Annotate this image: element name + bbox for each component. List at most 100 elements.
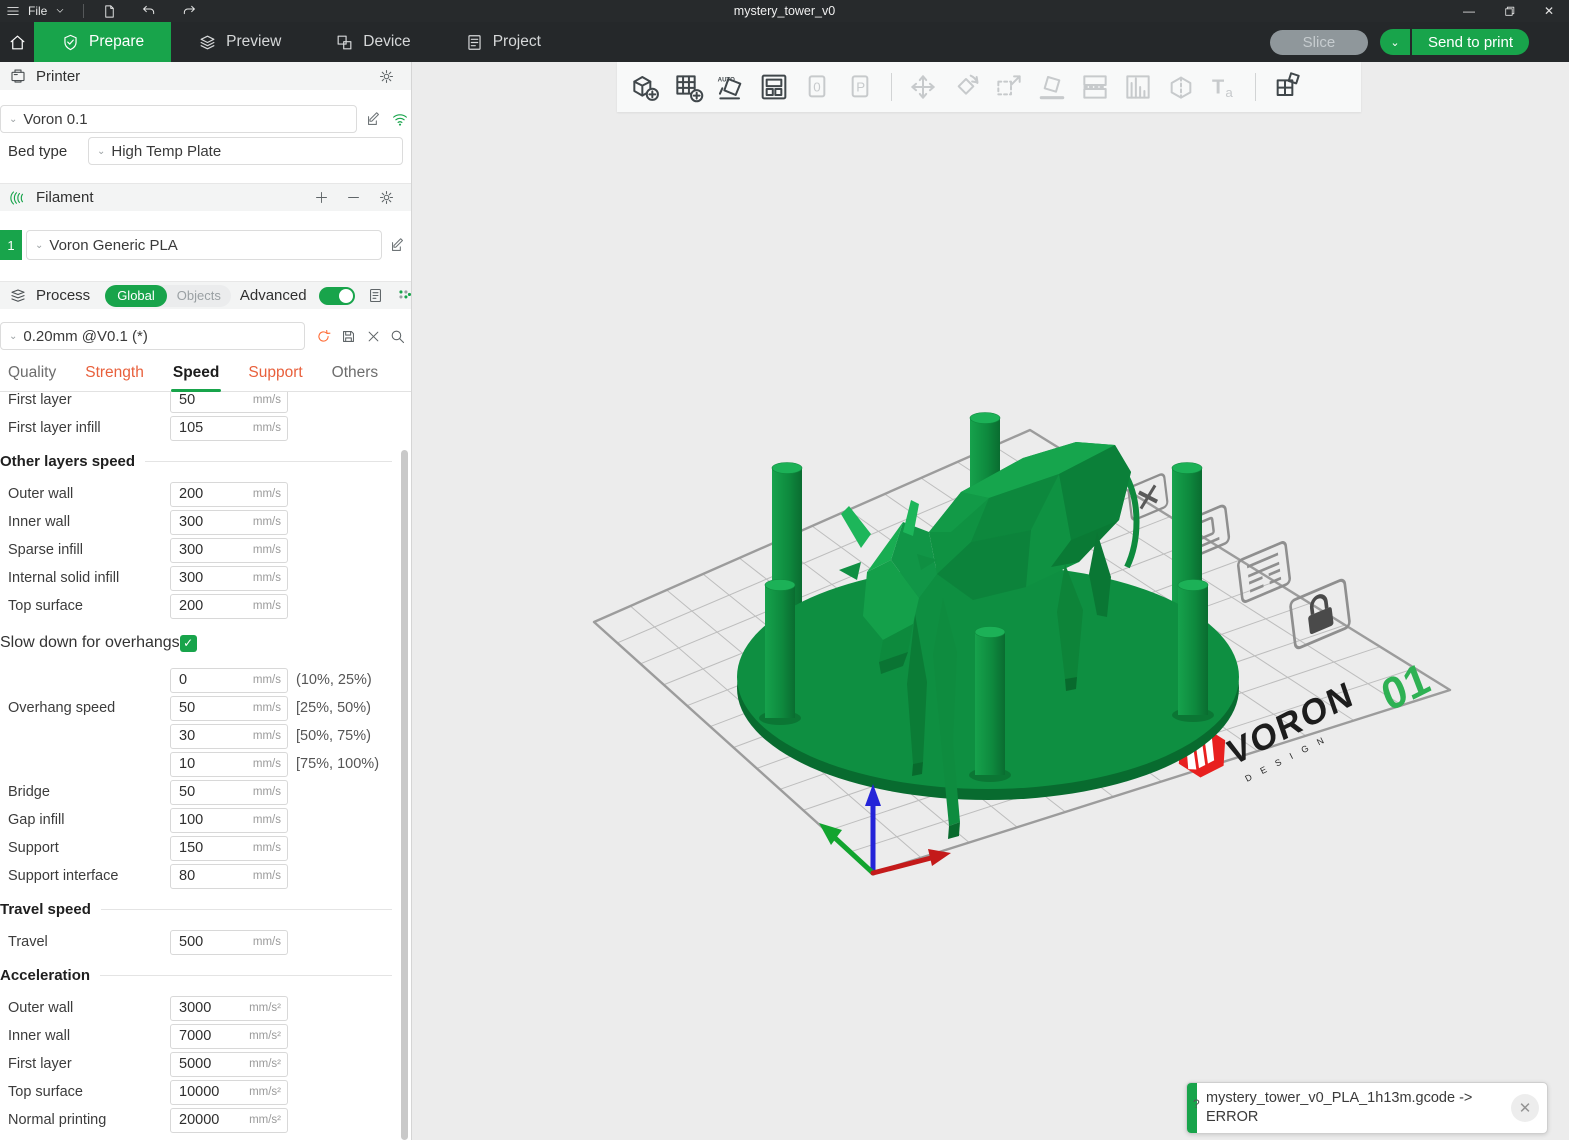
- auto-orient-icon[interactable]: AUTO: [715, 71, 747, 103]
- setting-input-outer-wall[interactable]: 3000mm/s²: [170, 996, 288, 1021]
- save-preset-icon[interactable]: [340, 328, 357, 345]
- tab-project[interactable]: Project: [438, 22, 568, 62]
- maximize-button[interactable]: [1489, 0, 1529, 22]
- setting-input-first-layer-infill[interactable]: 105mm/s: [170, 416, 288, 441]
- cut-icon: [1165, 71, 1197, 103]
- section-header-travel-speed: Travel speed: [0, 890, 396, 928]
- scope-global[interactable]: Global: [105, 285, 167, 307]
- divider: [83, 4, 84, 18]
- process-tab-speed[interactable]: Speed: [173, 358, 220, 389]
- setting-input-bridge[interactable]: 50mm/s: [170, 780, 288, 805]
- setting-input-overhang[interactable]: 30mm/s: [170, 724, 288, 749]
- edit-printer-icon[interactable]: [365, 111, 382, 128]
- new-file-icon[interactable]: [102, 4, 117, 19]
- setting-input-sparse-infill[interactable]: 300mm/s: [170, 538, 288, 563]
- setting-row-slow-down-for-overhangs: Slow down for overhangs✓: [0, 620, 396, 666]
- filament-section-header: Filament: [0, 183, 411, 211]
- project-icon: [465, 33, 484, 52]
- setting-input-inner-wall[interactable]: 7000mm/s²: [170, 1024, 288, 1049]
- wifi-icon[interactable]: [391, 110, 409, 128]
- setting-input-normal-printing[interactable]: 20000mm/s²: [170, 1108, 288, 1133]
- redo-icon[interactable]: [181, 3, 197, 19]
- arrange-icon[interactable]: [758, 71, 790, 103]
- toolbar-separator: [891, 73, 892, 101]
- x-axis-arrow: [873, 858, 931, 873]
- axes-gizmo: [819, 784, 951, 873]
- lock-icon[interactable]: [1290, 579, 1350, 650]
- toolbar-separator: [1255, 73, 1256, 101]
- slice-button[interactable]: Slice: [1270, 30, 1368, 55]
- process-tab-strength[interactable]: Strength: [85, 358, 144, 389]
- viewport-3d[interactable]: VORON D E S I G N 01: [411, 62, 1569, 1140]
- side-panel: Printer ⌄Voron 0.1 Bed type ⌄High Temp P…: [0, 62, 412, 1140]
- setting-input-first-layer[interactable]: 50mm/s: [170, 392, 288, 413]
- add-plate-icon[interactable]: [672, 71, 704, 103]
- filament-slot-badge[interactable]: 1: [0, 230, 22, 260]
- move-icon: [907, 71, 939, 103]
- remove-filament-icon[interactable]: [346, 190, 361, 205]
- advanced-label: Advanced: [240, 287, 307, 304]
- send-to-print-button[interactable]: Send to print: [1412, 29, 1529, 55]
- menu-icon[interactable]: [6, 4, 20, 18]
- printer-settings-gear-icon[interactable]: [378, 68, 395, 85]
- tab-device[interactable]: Device: [308, 22, 437, 62]
- chevron-down-icon[interactable]: [55, 6, 65, 16]
- y-axis-arrow: [835, 838, 873, 873]
- rotate-icon: [950, 71, 982, 103]
- setting-input-inner-wall[interactable]: 300mm/s: [170, 510, 288, 535]
- svg-text:T: T: [1212, 77, 1224, 99]
- process-preset-select[interactable]: ⌄0.20mm @V0.1 (*): [0, 322, 305, 350]
- reset-preset-icon[interactable]: [315, 328, 332, 345]
- minimize-button[interactable]: —: [1449, 0, 1489, 22]
- delete-preset-icon[interactable]: [366, 329, 381, 344]
- setting-input-internal-solid-infill[interactable]: 300mm/s: [170, 566, 288, 591]
- send-options-button[interactable]: ⌄: [1380, 29, 1410, 55]
- edit-filament-icon[interactable]: [389, 237, 406, 254]
- setting-input-top-surface[interactable]: 200mm/s: [170, 594, 288, 619]
- setting-input-support[interactable]: 150mm/s: [170, 836, 288, 861]
- arrange-plate-icon[interactable]: [1238, 541, 1291, 603]
- file-menu[interactable]: File: [28, 4, 47, 18]
- tab-preview[interactable]: Preview: [171, 22, 308, 62]
- add-filament-icon[interactable]: [314, 190, 329, 205]
- advanced-toggle[interactable]: [319, 287, 355, 305]
- toast-message: mystery_tower_v0_PLA_1h13m.gcode ->: [1206, 1089, 1472, 1108]
- close-button[interactable]: ✕: [1529, 0, 1569, 22]
- add-object-icon[interactable]: [629, 71, 661, 103]
- setting-input-gap-infill[interactable]: 100mm/s: [170, 808, 288, 833]
- process-tab-quality[interactable]: Quality: [8, 358, 56, 389]
- title-bar: File mystery_tower_v0 — ✕: [0, 0, 1569, 22]
- printer-section-header: Printer: [0, 62, 411, 90]
- setting-input-outer-wall[interactable]: 200mm/s: [170, 482, 288, 507]
- assembly-icon[interactable]: [1271, 71, 1303, 103]
- settings-scrollbar[interactable]: [401, 450, 408, 1140]
- undo-icon[interactable]: [141, 3, 157, 19]
- process-tab-support[interactable]: Support: [248, 358, 302, 389]
- checkbox-slow-down-for-overhangs[interactable]: ✓: [180, 635, 197, 652]
- setting-input-travel[interactable]: 500mm/s: [170, 930, 288, 955]
- bed-type-select[interactable]: ⌄High Temp Plate: [88, 137, 403, 165]
- setting-input-support-interface[interactable]: 80mm/s: [170, 864, 288, 889]
- search-settings-icon[interactable]: [389, 328, 406, 345]
- process-scope-toggle[interactable]: Global Objects: [105, 285, 231, 307]
- parameter-table-icon[interactable]: [396, 287, 413, 304]
- setting-row-inner-wall: Inner wall300mm/s: [0, 508, 396, 536]
- tab-prepare[interactable]: Prepare: [34, 22, 171, 62]
- scope-objects[interactable]: Objects: [167, 288, 231, 303]
- setting-row-travel: Travel500mm/s: [0, 928, 396, 956]
- setting-input-overhang-speed[interactable]: 50mm/s: [170, 696, 288, 721]
- process-tab-others[interactable]: Others: [332, 358, 379, 389]
- home-button[interactable]: [0, 22, 34, 62]
- preset-list-icon[interactable]: [367, 287, 384, 304]
- filament-settings-gear-icon[interactable]: [378, 189, 395, 206]
- setting-input-top-surface[interactable]: 10000mm/s²: [170, 1080, 288, 1105]
- filament-select[interactable]: ⌄Voron Generic PLA: [26, 230, 382, 260]
- toast-close-icon[interactable]: ✕: [1511, 1094, 1539, 1122]
- setting-input-first-layer[interactable]: 5000mm/s²: [170, 1052, 288, 1077]
- printer-select[interactable]: ⌄Voron 0.1: [0, 105, 357, 133]
- setting-input-overhang[interactable]: 0mm/s: [170, 668, 288, 693]
- setting-row-outer-wall: Outer wall200mm/s: [0, 480, 396, 508]
- scene-canvas[interactable]: VORON D E S I G N 01: [411, 62, 1569, 1140]
- filament-icon: [9, 189, 27, 207]
- setting-input-overhang[interactable]: 10mm/s: [170, 752, 288, 777]
